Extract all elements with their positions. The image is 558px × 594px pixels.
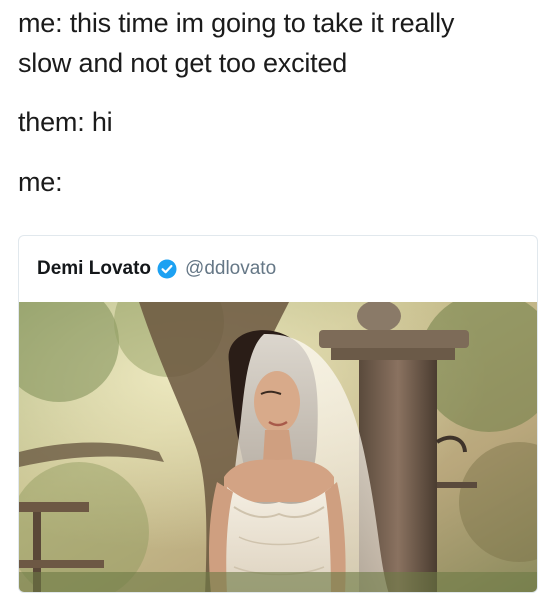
tweet-header: Demi Lovato @ddlovato — [19, 236, 537, 302]
verified-badge-icon — [157, 259, 177, 279]
caption-line-4: me: — [18, 167, 63, 197]
tweet-display-name[interactable]: Demi Lovato — [37, 258, 151, 280]
tweet-photo[interactable] — [19, 302, 538, 593]
tweet-handle[interactable]: @ddlovato — [185, 258, 276, 280]
embedded-tweet-card[interactable]: Demi Lovato @ddlovato — [18, 235, 538, 593]
caption-line-3: them: hi — [18, 107, 113, 137]
caption-line-1: me: this time im going to take it really — [18, 8, 455, 38]
caption-line-2: slow and not get too excited — [18, 48, 348, 78]
